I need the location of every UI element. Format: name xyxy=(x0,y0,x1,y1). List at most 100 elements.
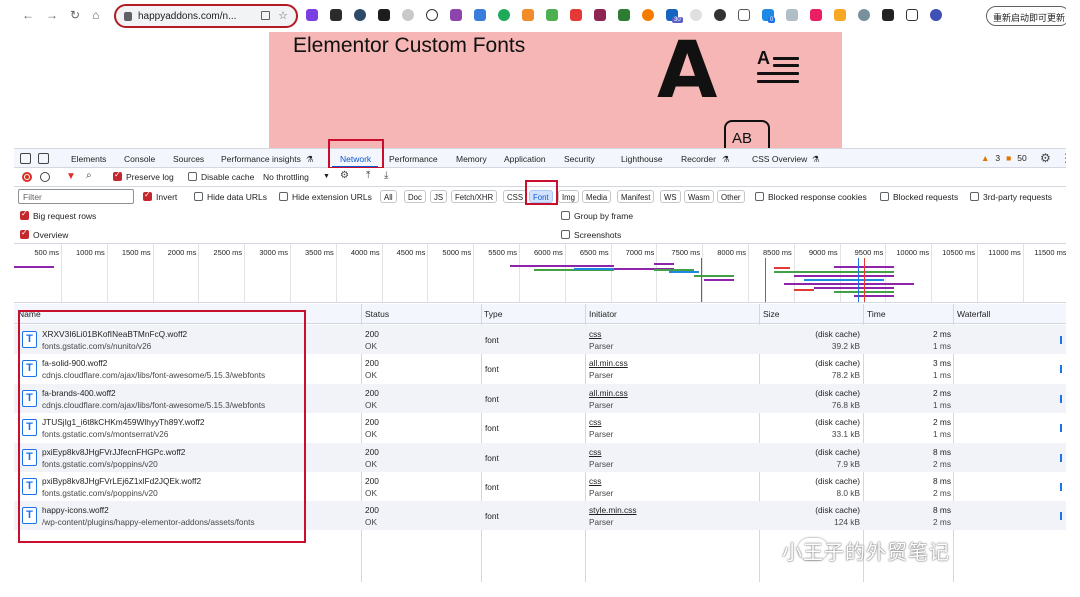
blocked-requests-checkbox[interactable] xyxy=(880,192,889,201)
initiator-link[interactable]: css xyxy=(589,447,601,457)
third-party-checkbox[interactable] xyxy=(970,192,979,201)
tab-recorder[interactable]: Recorder xyxy=(681,154,716,164)
extension-icon[interactable] xyxy=(546,9,558,21)
extension-icon[interactable] xyxy=(426,9,438,21)
settings-gear-icon[interactable]: ⚙ xyxy=(1040,151,1051,165)
site-info-icon[interactable] xyxy=(124,12,132,21)
extension-icon[interactable] xyxy=(618,9,630,21)
extension-icon[interactable] xyxy=(738,9,750,21)
extension-icon[interactable] xyxy=(330,9,342,21)
column-header-size[interactable]: Size xyxy=(763,309,780,319)
extension-icon[interactable] xyxy=(474,9,486,21)
extension-icon[interactable] xyxy=(570,9,582,21)
column-header-initiator[interactable]: Initiator xyxy=(589,309,617,319)
extension-icon[interactable] xyxy=(642,9,654,21)
extension-icon[interactable] xyxy=(354,9,366,21)
screenshots-checkbox[interactable] xyxy=(561,230,570,239)
initiator-type: Parser xyxy=(589,370,614,381)
column-header-waterfall[interactable]: Waterfall xyxy=(957,309,990,319)
export-har-icon[interactable]: ⤓ xyxy=(384,170,388,181)
type-filter-img[interactable]: Img xyxy=(558,190,579,203)
disable-cache-checkbox[interactable] xyxy=(188,172,197,181)
group-by-frame-checkbox[interactable] xyxy=(561,211,570,220)
tab-css-overview[interactable]: CSS Overview xyxy=(752,154,807,164)
extension-icon[interactable] xyxy=(450,9,462,21)
column-header-status[interactable]: Status xyxy=(365,309,389,319)
home-icon[interactable]: ⌂ xyxy=(92,8,99,22)
tab-performance-insights[interactable]: Performance insights xyxy=(221,154,301,164)
extension-icon[interactable] xyxy=(714,9,726,21)
tab-security[interactable]: Security xyxy=(564,154,595,164)
extension-icon[interactable] xyxy=(834,9,846,21)
install-icon[interactable] xyxy=(261,11,270,20)
tab-sources[interactable]: Sources xyxy=(173,154,204,164)
initiator-link[interactable]: css xyxy=(589,417,601,427)
initiator-link[interactable]: all.min.css xyxy=(589,358,628,368)
filter-input[interactable]: Filter xyxy=(18,189,134,204)
address-bar[interactable]: happyaddons.com/n... ☆ xyxy=(114,4,298,28)
preserve-log-checkbox[interactable] xyxy=(113,170,122,181)
profile-avatar-icon[interactable] xyxy=(930,9,942,21)
blocked-response-cookies-checkbox[interactable] xyxy=(755,192,764,201)
overview-checkbox[interactable] xyxy=(20,228,29,239)
network-conditions-icon[interactable]: ⚙ xyxy=(340,170,349,181)
initiator-link[interactable]: style.min.css xyxy=(589,505,636,515)
type-filter-wasm[interactable]: Wasm xyxy=(684,190,714,203)
extension-icon[interactable] xyxy=(858,9,870,21)
record-button[interactable] xyxy=(22,172,32,182)
type-filter-fetch-xhr[interactable]: Fetch/XHR xyxy=(451,190,498,203)
type-filter-ws[interactable]: WS xyxy=(660,190,681,203)
import-har-icon[interactable]: ⤒ xyxy=(366,170,370,181)
tab-elements[interactable]: Elements xyxy=(71,154,106,164)
reload-icon[interactable]: ↻ xyxy=(70,8,80,22)
back-icon[interactable]: ← xyxy=(22,8,34,22)
extension-icon[interactable] xyxy=(594,9,606,21)
initiator-link[interactable]: all.min.css xyxy=(589,388,628,398)
clear-log-icon[interactable] xyxy=(40,172,50,182)
extension-icon[interactable] xyxy=(690,9,702,21)
more-options-icon[interactable]: ⋮ xyxy=(1060,151,1066,165)
extension-icon[interactable] xyxy=(786,9,798,21)
extension-icon[interactable] xyxy=(810,9,822,21)
sidepanel-icon[interactable] xyxy=(906,9,918,21)
timeline-request-bar xyxy=(510,265,614,267)
inspect-element-icon[interactable] xyxy=(20,153,31,164)
search-icon[interactable]: ⌕ xyxy=(86,170,92,181)
initiator-link[interactable]: css xyxy=(589,329,601,339)
tab-console[interactable]: Console xyxy=(124,154,155,164)
big-request-rows-checkbox[interactable] xyxy=(20,209,29,220)
issues-counter[interactable]: ▲ 3 ■ 50 xyxy=(981,153,1027,163)
tab-application[interactable]: Application xyxy=(504,154,546,164)
column-header-time[interactable]: Time xyxy=(867,309,886,319)
type-filter-media[interactable]: Media xyxy=(582,190,612,203)
throttling-select[interactable]: No throttling xyxy=(263,172,309,182)
bookmark-star-icon[interactable]: ☆ xyxy=(278,9,288,22)
extension-icon[interactable] xyxy=(522,9,534,21)
overview-timeline[interactable]: 500 ms 1000 ms 1500 ms 2000 ms 2500 ms 3000 m… xyxy=(14,243,1066,303)
initiator-link[interactable]: css xyxy=(589,476,601,486)
type-filter-js[interactable]: JS xyxy=(430,190,448,203)
extensions-puzzle-icon[interactable] xyxy=(882,9,894,21)
tab-memory[interactable]: Memory xyxy=(456,154,487,164)
type-filter-manifest[interactable]: Manifest xyxy=(617,190,655,203)
extension-icon[interactable] xyxy=(402,9,414,21)
invert-checkbox[interactable] xyxy=(143,190,152,201)
extension-icon[interactable] xyxy=(306,9,318,21)
column-header-type[interactable]: Type xyxy=(484,309,502,319)
type-filter-doc[interactable]: Doc xyxy=(404,190,426,203)
device-toolbar-icon[interactable] xyxy=(38,153,49,164)
type-filter-other[interactable]: Other xyxy=(717,190,745,203)
filter-funnel-icon[interactable]: ▼ xyxy=(66,171,76,182)
restart-update-button[interactable]: 重新启动即可更新 xyxy=(986,6,1066,26)
extension-icon[interactable] xyxy=(498,9,510,21)
hide-data-urls-checkbox[interactable] xyxy=(194,192,203,201)
waterfall-bar xyxy=(1060,336,1062,344)
type-filter-all[interactable]: All xyxy=(380,190,397,203)
type-filter-css[interactable]: CSS xyxy=(503,190,528,203)
extension-icon[interactable] xyxy=(378,9,390,21)
tab-performance[interactable]: Performance xyxy=(389,154,438,164)
forward-icon[interactable]: → xyxy=(46,8,58,22)
hide-extension-urls-checkbox[interactable] xyxy=(279,192,288,201)
tab-lighthouse[interactable]: Lighthouse xyxy=(621,154,663,164)
initiator-type: Parser xyxy=(589,517,614,528)
